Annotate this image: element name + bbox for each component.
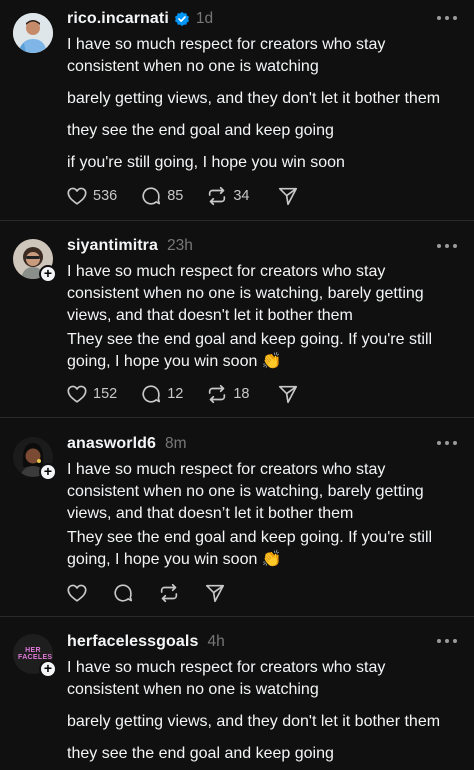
post-line: I have so much respect for creators who … bbox=[67, 263, 386, 280]
heart-icon bbox=[67, 584, 87, 602]
post: + siyantimitra 23h I have so much respec… bbox=[0, 221, 474, 418]
share-button[interactable] bbox=[277, 185, 299, 207]
post-line: They see the end goal and keep going. If… bbox=[67, 331, 433, 348]
more-options-icon[interactable] bbox=[437, 244, 457, 250]
action-bar bbox=[66, 582, 226, 604]
clapping-hands-emoji: 👏 bbox=[261, 353, 282, 370]
follow-plus-icon[interactable]: + bbox=[39, 265, 57, 283]
repost-button[interactable] bbox=[158, 582, 180, 604]
verified-badge-icon bbox=[174, 11, 189, 27]
timestamp: 8m bbox=[165, 435, 187, 452]
post: HER FACELESS + herfacelessgoals 4h I hav… bbox=[0, 617, 474, 770]
username[interactable]: rico.incarnati bbox=[67, 10, 169, 28]
timestamp: 23h bbox=[167, 237, 193, 254]
repost-count: 34 bbox=[233, 188, 250, 204]
like-button[interactable] bbox=[66, 582, 88, 604]
heart-icon bbox=[67, 187, 87, 205]
post-line: they see the end goal and keep going bbox=[67, 122, 334, 139]
avatar[interactable]: HER FACELESS + bbox=[13, 634, 57, 678]
like-count: 152 bbox=[93, 386, 118, 402]
avatar-image bbox=[13, 13, 53, 53]
share-button[interactable] bbox=[277, 383, 299, 405]
username[interactable]: anasworld6 bbox=[67, 435, 156, 453]
post-line: barely getting views, and they don't let… bbox=[67, 90, 441, 107]
post-line: consistent when no one is watching bbox=[67, 681, 319, 698]
reply-count: 85 bbox=[167, 188, 184, 204]
share-button[interactable] bbox=[204, 582, 226, 604]
more-options-icon[interactable] bbox=[437, 16, 457, 22]
action-bar: 152 12 18 bbox=[66, 383, 299, 405]
repost-button[interactable]: 34 bbox=[206, 185, 249, 207]
repost-icon bbox=[209, 186, 226, 206]
post-line: if you're still going, I hope you win so… bbox=[67, 154, 345, 171]
timestamp: 1d bbox=[195, 10, 214, 27]
avatar-logo-text: HER FACELESS bbox=[18, 647, 53, 661]
post: rico.incarnati 1d I have so much respect… bbox=[0, 0, 474, 221]
post-line: consistent when no one is watching bbox=[67, 58, 319, 75]
post-line: consistent when no one is watching, bare… bbox=[67, 285, 424, 302]
avatar[interactable] bbox=[13, 13, 53, 53]
post-line: They see the end goal and keep going. If… bbox=[67, 529, 433, 546]
like-count: 536 bbox=[93, 188, 118, 204]
post-line: I have so much respect for creators who … bbox=[67, 36, 386, 53]
reply-button[interactable] bbox=[112, 582, 134, 604]
repost-count: 18 bbox=[233, 386, 250, 402]
send-icon bbox=[205, 584, 225, 603]
post-line: they see the end goal and keep going bbox=[67, 745, 334, 762]
avatar[interactable]: + bbox=[13, 437, 57, 481]
repost-icon bbox=[209, 384, 226, 404]
action-bar: 536 85 34 bbox=[66, 185, 299, 207]
follow-plus-icon[interactable]: + bbox=[39, 463, 57, 481]
reply-count: 12 bbox=[167, 386, 184, 402]
post-line: barely getting views, and they don't let… bbox=[67, 713, 441, 730]
reply-icon bbox=[142, 385, 161, 403]
send-icon bbox=[279, 187, 298, 206]
more-options-icon[interactable] bbox=[437, 639, 457, 645]
like-button[interactable]: 152 bbox=[66, 383, 117, 405]
repost-icon bbox=[160, 583, 178, 603]
send-icon bbox=[279, 385, 298, 404]
post-line: going, I hope you win soon 👏 bbox=[67, 353, 282, 370]
post: + anasworld6 8m I have so much respect f… bbox=[0, 418, 474, 617]
post-text: I have so much respect for creators who … bbox=[67, 459, 467, 571]
reply-icon bbox=[114, 584, 133, 602]
post-line: views, and that doesn't let it bother th… bbox=[67, 307, 353, 324]
post-text: I have so much respect for creators who … bbox=[67, 657, 467, 765]
post-line: views, and that doesn’t let it bother th… bbox=[67, 505, 354, 522]
reply-button[interactable]: 12 bbox=[140, 383, 183, 405]
clapping-hands-emoji: 👏 bbox=[261, 551, 282, 568]
repost-button[interactable]: 18 bbox=[206, 383, 249, 405]
reply-button[interactable]: 85 bbox=[140, 185, 183, 207]
post-line: going, I hope you win soon 👏 bbox=[67, 551, 282, 568]
post-line: I have so much respect for creators who … bbox=[67, 461, 386, 478]
post-text: I have so much respect for creators who … bbox=[67, 34, 467, 174]
avatar[interactable]: + bbox=[13, 239, 57, 283]
like-button[interactable]: 536 bbox=[66, 185, 117, 207]
post-text: I have so much respect for creators who … bbox=[67, 261, 467, 373]
threads-feed: rico.incarnati 1d I have so much respect… bbox=[0, 0, 474, 770]
username[interactable]: siyantimitra bbox=[67, 237, 158, 255]
post-line: consistent when no one is watching, bare… bbox=[67, 483, 424, 500]
heart-icon bbox=[67, 385, 87, 403]
more-options-icon[interactable] bbox=[437, 441, 457, 447]
username[interactable]: herfacelessgoals bbox=[67, 633, 198, 651]
follow-plus-icon[interactable]: + bbox=[39, 660, 57, 678]
post-line: I have so much respect for creators who … bbox=[67, 659, 386, 676]
timestamp: 4h bbox=[207, 633, 225, 650]
reply-icon bbox=[142, 187, 161, 205]
